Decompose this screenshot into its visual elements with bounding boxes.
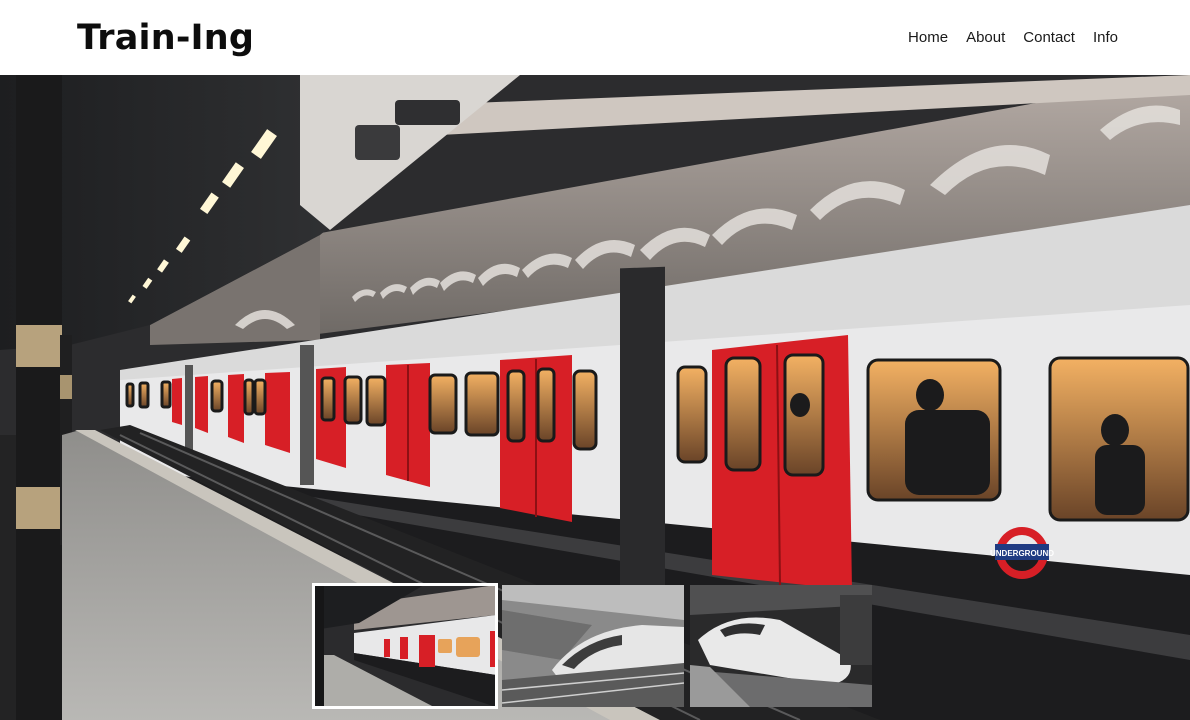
nav-link-about[interactable]: About bbox=[966, 27, 1005, 49]
site-header: Train-Ing Home About Contact Info bbox=[0, 0, 1190, 75]
thumbnail-high-speed-train-station-image bbox=[690, 585, 872, 707]
roundel-label: UNDERGROUND bbox=[990, 549, 1054, 558]
thumbnail-3[interactable] bbox=[690, 585, 872, 707]
thumbnail-2[interactable] bbox=[502, 585, 684, 707]
nav-link-home[interactable]: Home bbox=[908, 27, 948, 49]
thumbnail-train-platform-image bbox=[314, 585, 496, 707]
thumbnail-gallery bbox=[312, 583, 872, 709]
site-logo[interactable]: Train-Ing bbox=[77, 14, 254, 62]
nav-link-info[interactable]: Info bbox=[1093, 27, 1118, 49]
thumbnail-high-speed-train-image bbox=[502, 585, 684, 707]
nav-link-contact[interactable]: Contact bbox=[1023, 27, 1075, 49]
main-nav: Home About Contact Info bbox=[908, 27, 1118, 49]
thumbnail-1[interactable] bbox=[312, 583, 498, 709]
